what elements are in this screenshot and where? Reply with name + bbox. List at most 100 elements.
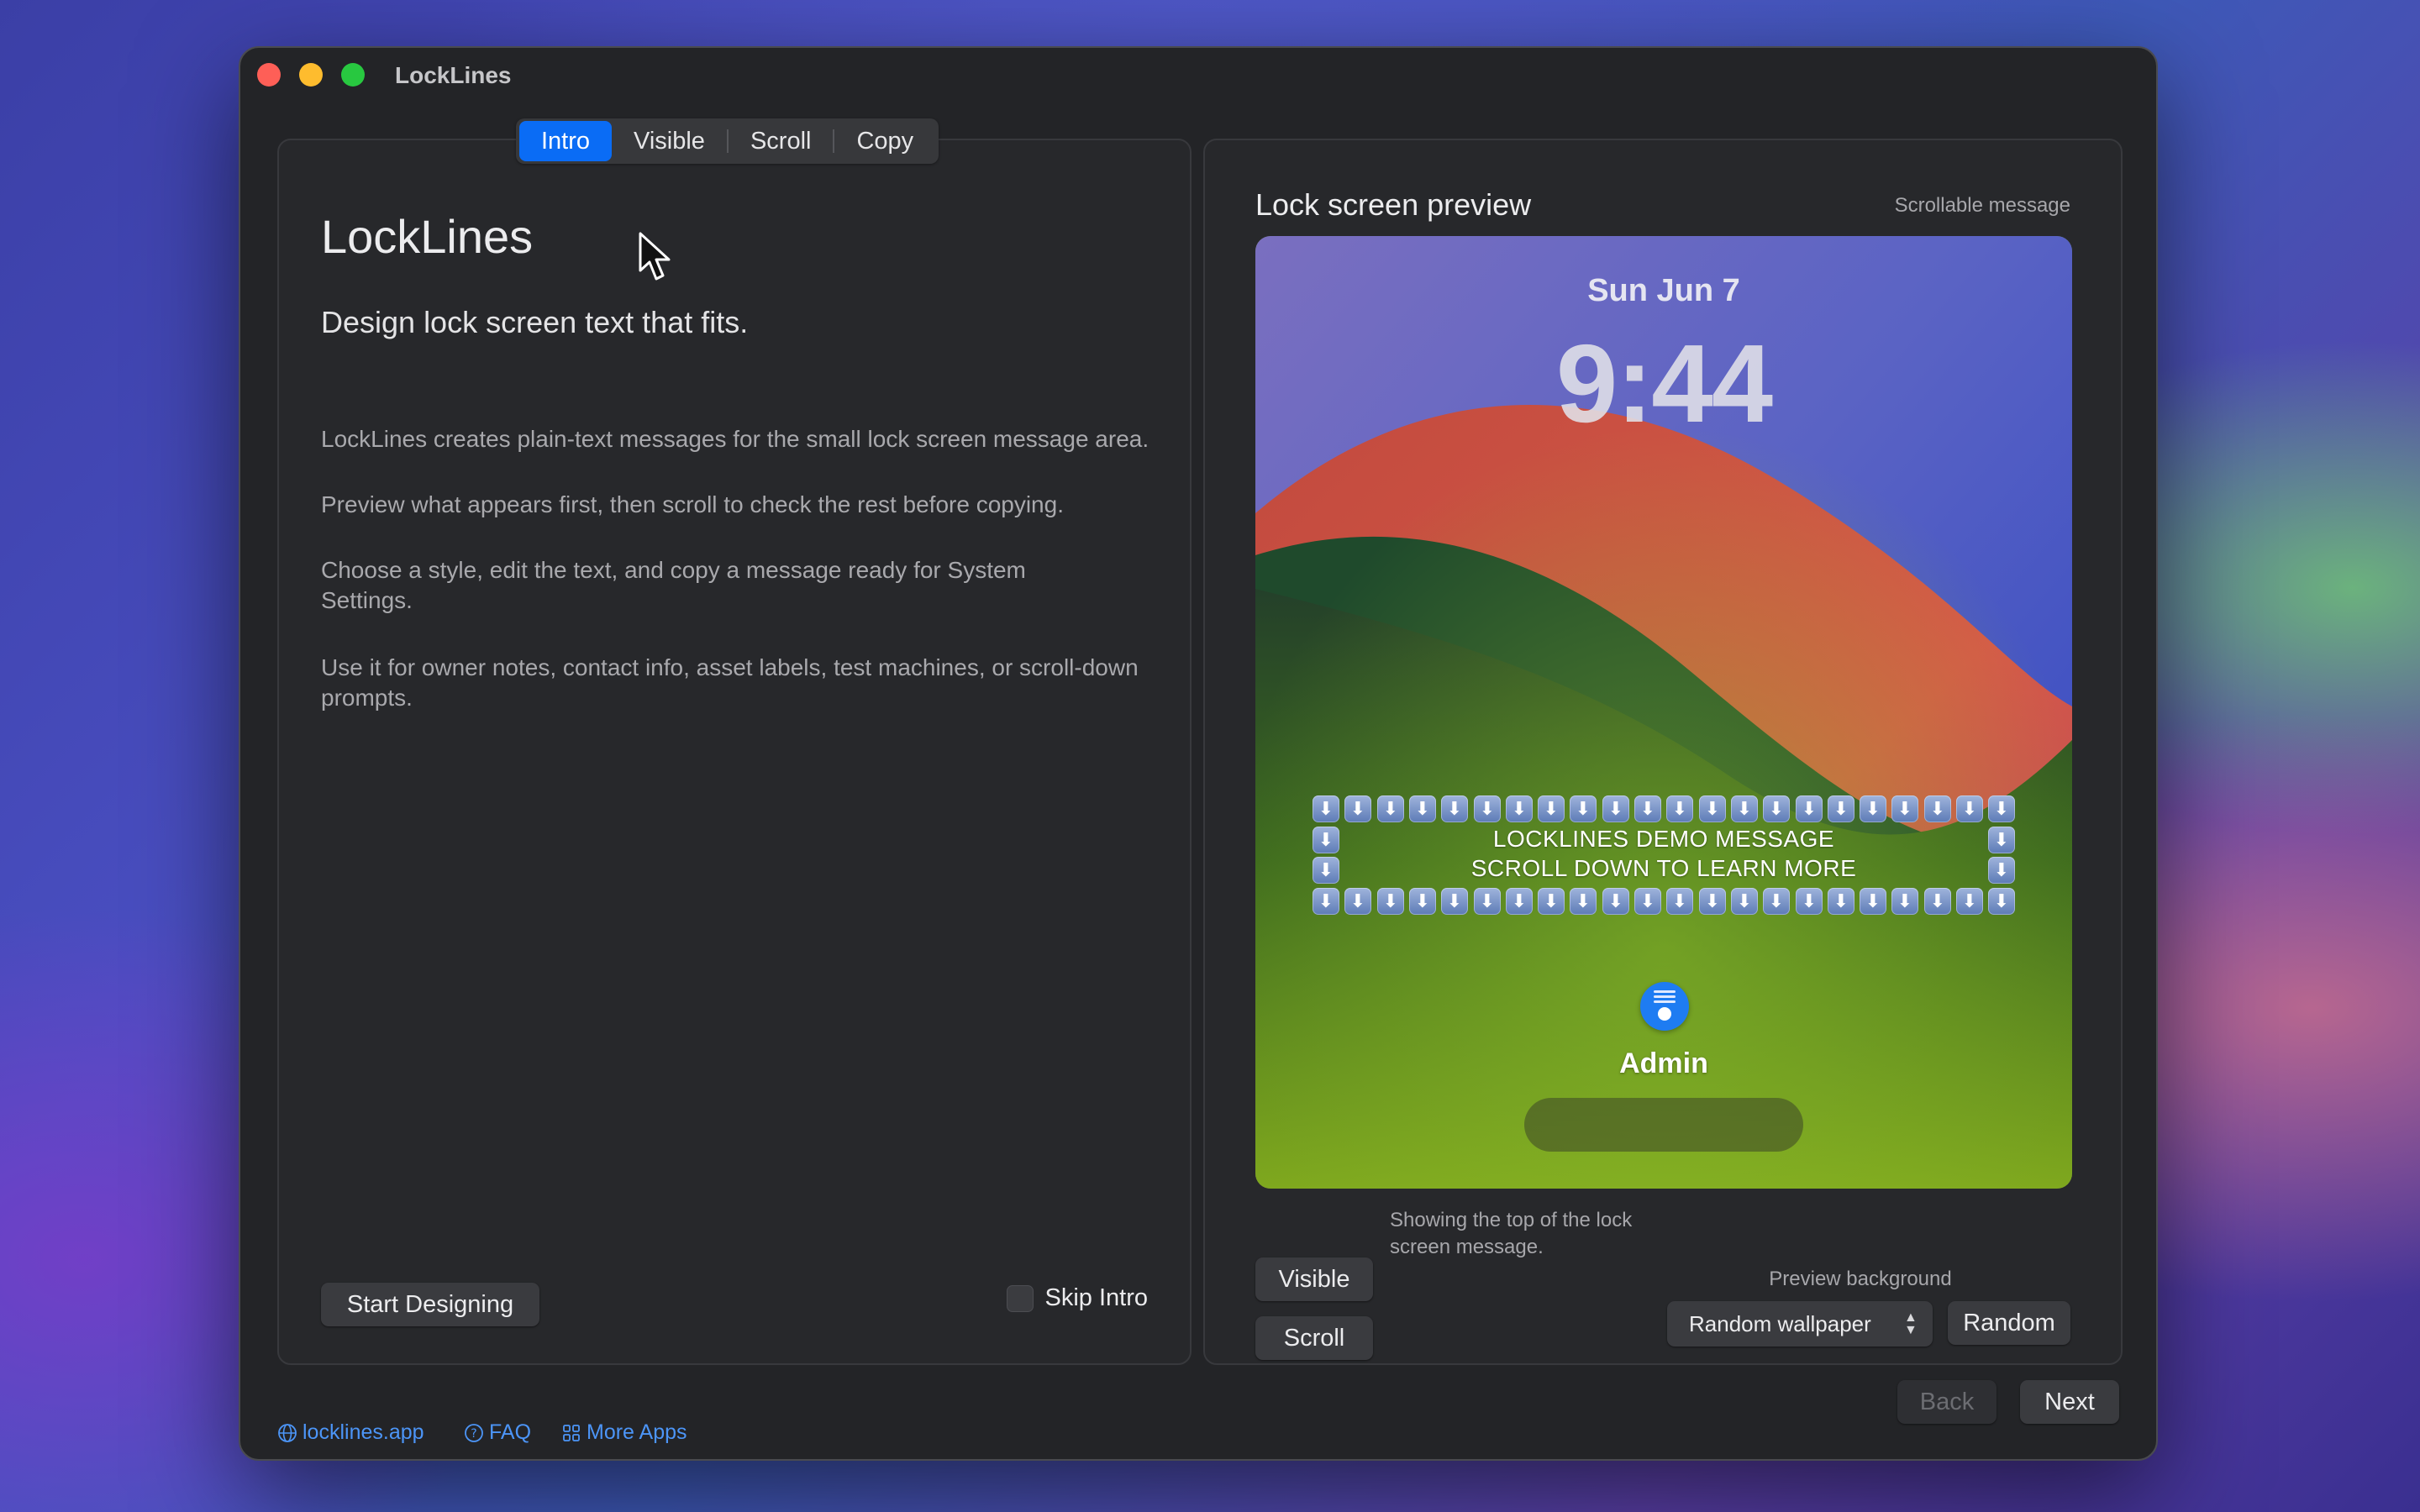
close-window-button[interactable] — [257, 63, 281, 87]
arrow-down-icon: ⬇ — [1731, 795, 1758, 822]
background-label: Preview background — [1769, 1268, 1952, 1290]
website-link-label: locklines.app — [302, 1420, 424, 1444]
arrow-down-icon: ⬇ — [1506, 795, 1533, 822]
svg-text:?: ? — [471, 1427, 476, 1441]
intro-paragraph: Choose a style, edit the text, and copy … — [321, 557, 1026, 613]
page-title: LockLines — [321, 210, 534, 263]
arrow-down-icon: ⬇ — [1699, 888, 1726, 915]
arrow-down-icon: ⬇ — [1860, 795, 1886, 822]
arrow-down-icon: ⬇ — [1538, 795, 1565, 822]
lock-screen-preview[interactable]: Sun Jun 7 9:44 LOCKLINES DEMO MESSAGE SC… — [1255, 236, 2072, 1189]
arrow-down-icon: ⬇ — [1441, 888, 1468, 915]
arrow-down-icon: ⬇ — [1828, 795, 1854, 822]
skip-intro-checkbox[interactable] — [1006, 1284, 1034, 1312]
arrow-down-icon: ⬇ — [1313, 888, 1339, 915]
arrow-down-icon: ⬇ — [1570, 795, 1597, 822]
minimize-window-button[interactable] — [299, 63, 323, 87]
visible-preview-button[interactable]: Visible — [1255, 1257, 1373, 1301]
lock-time: 9:44 — [1555, 322, 1773, 445]
arrow-down-icon: ⬇ — [1666, 888, 1693, 915]
arrow-down-icon: ⬇ — [1313, 795, 1339, 822]
arrow-down-icon: ⬇ — [1344, 888, 1371, 915]
arrow-down-icon: ⬇ — [1988, 888, 2015, 915]
arrow-down-icon: ⬇ — [1409, 888, 1436, 915]
arrow-down-icon: ⬇ — [1538, 888, 1565, 915]
faq-link-label: FAQ — [489, 1420, 532, 1444]
arrow-down-icon: ⬇ — [1860, 888, 1886, 915]
arrow-down-icon: ⬇ — [1828, 888, 1854, 915]
chevron-updown-icon: ▲ ▼ — [1904, 1310, 1918, 1337]
back-button[interactable]: Back — [1897, 1380, 1996, 1424]
skip-intro-toggle[interactable]: Skip Intro — [1006, 1284, 1149, 1312]
lock-message-box: LOCKLINES DEMO MESSAGE SCROLL DOWN TO LE… — [1313, 795, 2015, 915]
arrow-down-icon: ⬇ — [1409, 795, 1436, 822]
more-apps-link[interactable]: More Apps — [561, 1420, 687, 1445]
arrow-down-icon: ⬇ — [1924, 888, 1951, 915]
tab-visible[interactable]: Visible — [612, 121, 727, 161]
arrow-down-icon: ⬇ — [1699, 795, 1726, 822]
user-avatar — [1640, 982, 1689, 1031]
arrow-down-icon: ⬇ — [1602, 795, 1629, 822]
arrow-down-icon: ⬇ — [1956, 888, 1983, 915]
arrow-down-icon: ⬇ — [1634, 795, 1661, 822]
intro-paragraph: LockLines creates plain-text messages fo… — [321, 426, 1150, 452]
arrow-down-icon: ⬇ — [1474, 888, 1501, 915]
lock-date: Sun Jun 7 — [1587, 273, 1740, 308]
background-select-value: Random wallpaper — [1689, 1311, 1871, 1336]
intro-panel: LockLines Design lock screen text that f… — [277, 139, 1192, 1365]
faq-link[interactable]: ? FAQ — [464, 1420, 531, 1445]
arrow-down-icon: ⬇ — [1344, 795, 1371, 822]
skip-intro-label: Skip Intro — [1044, 1284, 1149, 1311]
website-link[interactable]: locklines.app — [277, 1420, 424, 1445]
arrow-down-icon: ⬇ — [1891, 795, 1918, 822]
arrow-down-icon: ⬇ — [1602, 888, 1629, 915]
app-window: LockLines Intro Visible Scroll Copy Lock… — [239, 46, 2158, 1461]
arrow-down-icon: ⬇ — [1924, 795, 1951, 822]
arrow-down-icon: ⬇ — [1988, 795, 2015, 822]
arrow-down-icon: ⬇ — [1313, 857, 1339, 884]
tab-scroll[interactable]: Scroll — [729, 121, 834, 161]
arrow-down-icon: ⬇ — [1988, 857, 2015, 884]
arrow-down-icon: ⬇ — [1377, 888, 1404, 915]
arrow-down-icon: ⬇ — [1763, 795, 1790, 822]
window-title: LockLines — [395, 62, 512, 88]
title-bar: LockLines — [240, 48, 2156, 103]
arrow-down-icon: ⬇ — [1634, 888, 1661, 915]
arrow-down-icon: ⬇ — [1474, 795, 1501, 822]
arrow-down-icon: ⬇ — [1763, 888, 1790, 915]
background-select[interactable]: Random wallpaper ▲ ▼ — [1667, 1301, 1933, 1347]
next-button[interactable]: Next — [2020, 1380, 2119, 1424]
question-circle-icon: ? — [465, 1423, 483, 1442]
arrow-down-icon: ⬇ — [1441, 795, 1468, 822]
arrow-down-icon: ⬇ — [1891, 888, 1918, 915]
scroll-preview-button[interactable]: Scroll — [1255, 1316, 1373, 1360]
mouse-cursor-icon — [639, 232, 671, 281]
user-name: Admin — [1619, 1047, 1708, 1079]
preview-caption: Showing the top of the lock screen messa… — [1390, 1209, 1633, 1258]
message-line: LOCKLINES DEMO MESSAGE — [1492, 826, 1835, 852]
arrow-down-icon: ⬇ — [1796, 888, 1823, 915]
arrow-down-icon: ⬇ — [1506, 888, 1533, 915]
arrow-down-icon: ⬇ — [1313, 827, 1339, 853]
tagline: Design lock screen text that fits. — [321, 305, 749, 339]
preview-panel: Lock screen preview Scrollable message S… — [1203, 139, 2123, 1365]
tab-intro[interactable]: Intro — [519, 121, 613, 161]
intro-paragraph: Use it for owner notes, contact info, as… — [321, 654, 1139, 711]
arrow-down-icon: ⬇ — [1377, 795, 1404, 822]
preview-mode-label: Scrollable message — [1894, 194, 2070, 217]
password-field — [1524, 1098, 1803, 1152]
intro-paragraph: Preview what appears first, then scroll … — [321, 491, 1064, 517]
tab-copy[interactable]: Copy — [834, 121, 935, 161]
arrow-down-icon: ⬇ — [1796, 795, 1823, 822]
arrow-down-icon: ⬇ — [1731, 888, 1758, 915]
arrow-down-icon: ⬇ — [1666, 795, 1693, 822]
random-background-button[interactable]: Random — [1948, 1301, 2070, 1345]
start-designing-button[interactable]: Start Designing — [321, 1283, 539, 1326]
arrow-down-icon: ⬇ — [1988, 827, 2015, 853]
zoom-window-button[interactable] — [341, 63, 365, 87]
globe-icon — [278, 1423, 297, 1442]
arrow-down-icon: ⬇ — [1956, 795, 1983, 822]
more-apps-link-label: More Apps — [587, 1420, 687, 1444]
preview-title: Lock screen preview — [1255, 187, 1532, 222]
arrow-down-icon: ⬇ — [1570, 888, 1597, 915]
